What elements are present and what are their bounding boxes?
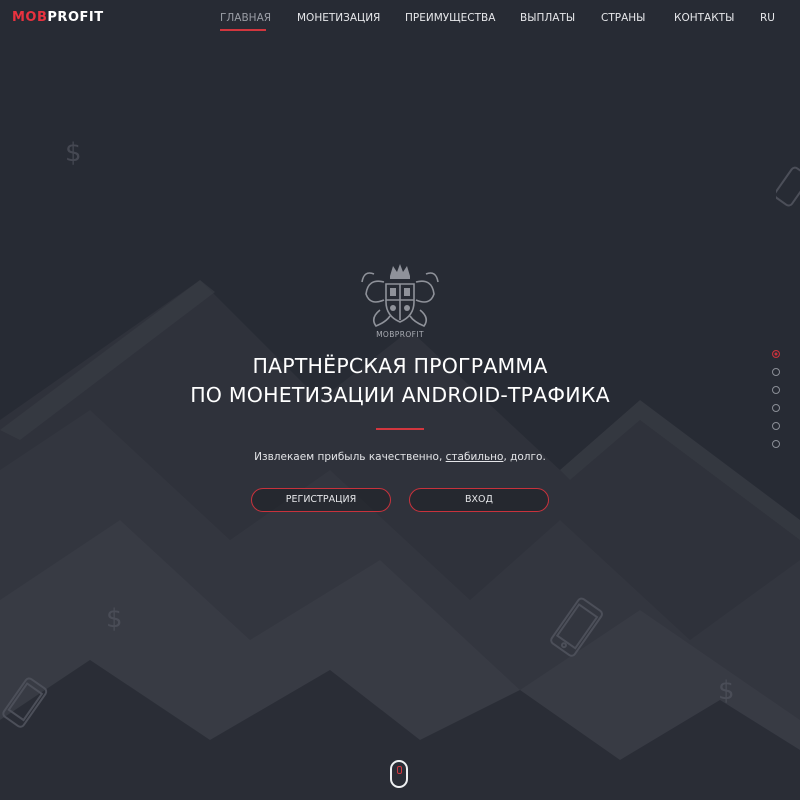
page: $ $ $ MOBPROFIT ГЛАВНАЯ МОНЕТИЗАЦИЯ ПРЕИ… bbox=[0, 0, 800, 800]
scroll-down-mouse-icon[interactable] bbox=[390, 760, 408, 788]
main-menu: ГЛАВНАЯ МОНЕТИЗАЦИЯ ПРЕИМУЩЕСТВА ВЫПЛАТЫ… bbox=[0, 12, 800, 32]
pagination-dot-5[interactable] bbox=[772, 422, 780, 430]
pagination-dot-6[interactable] bbox=[772, 440, 780, 448]
top-navigation-bar: MOBPROFIT ГЛАВНАЯ МОНЕТИЗАЦИЯ ПРЕИМУЩЕСТ… bbox=[0, 0, 800, 40]
nav-item-countries[interactable]: СТРАНЫ bbox=[601, 12, 645, 24]
pagination-dot-2[interactable] bbox=[772, 368, 780, 376]
dollar-icon: $ bbox=[106, 604, 123, 634]
phone-icon bbox=[2, 677, 48, 728]
pagination-dot-1[interactable] bbox=[772, 350, 780, 358]
nav-item-advantages[interactable]: ПРЕИМУЩЕСТВА bbox=[405, 12, 495, 24]
pagination-dot-3[interactable] bbox=[772, 386, 780, 394]
phone-icon bbox=[550, 597, 603, 657]
pagination-dot-4[interactable] bbox=[772, 404, 780, 412]
nav-item-payouts[interactable]: ВЫПЛАТЫ bbox=[520, 12, 575, 24]
nav-item-monetization[interactable]: МОНЕТИЗАЦИЯ bbox=[297, 12, 380, 24]
emblem-caption: MOBPROFIT bbox=[376, 330, 424, 339]
section-pagination bbox=[772, 350, 782, 450]
tagline-text-start: Извлекаем прибыль качественно, bbox=[254, 451, 446, 463]
nav-item-home[interactable]: ГЛАВНАЯ bbox=[220, 12, 271, 24]
phone-icon bbox=[776, 166, 800, 207]
hero-headline: ПАРТНЁРСКАЯ ПРОГРАММА ПО МОНЕТИЗАЦИИ AND… bbox=[100, 352, 700, 410]
mouse-wheel-icon bbox=[397, 766, 402, 774]
login-button[interactable]: ВХОД bbox=[409, 488, 549, 512]
dollar-icon: $ bbox=[65, 138, 82, 168]
headline-line-2: ПО МОНЕТИЗАЦИИ ANDROID-ТРАФИКА bbox=[190, 383, 610, 407]
active-nav-indicator bbox=[220, 29, 266, 31]
register-button[interactable]: РЕГИСТРАЦИЯ bbox=[251, 488, 391, 512]
tagline-link-stable[interactable]: стабильно bbox=[446, 451, 504, 463]
tagline-text-end: , долго. bbox=[503, 451, 546, 463]
nav-item-contacts[interactable]: КОНТАКТЫ bbox=[674, 12, 734, 24]
crest-icon bbox=[361, 264, 439, 327]
crest-emblem: MOBPROFIT bbox=[360, 260, 440, 342]
headline-divider bbox=[376, 428, 424, 430]
hero-tagline: Извлекаем прибыль качественно, стабильно… bbox=[150, 451, 650, 463]
headline-line-1: ПАРТНЁРСКАЯ ПРОГРАММА bbox=[252, 354, 548, 378]
language-switch[interactable]: RU bbox=[760, 12, 775, 24]
dollar-icon: $ bbox=[718, 676, 735, 706]
